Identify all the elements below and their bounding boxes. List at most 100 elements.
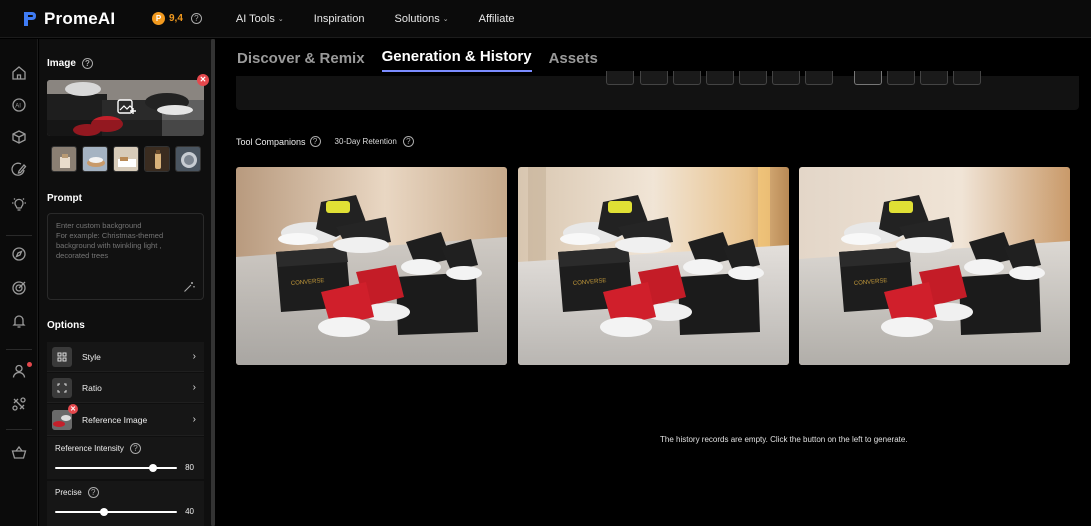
scrollbar-thumb[interactable] <box>211 39 215 526</box>
reference-intensity-slider[interactable] <box>55 464 177 472</box>
toolbar-button[interactable] <box>887 71 915 85</box>
help-icon[interactable]: ? <box>81 58 93 69</box>
rail-divider <box>6 429 32 430</box>
toolbar-button[interactable] <box>706 71 734 85</box>
nav-ai-tools[interactable]: AI Tools ⌄ <box>236 13 284 25</box>
sample-thumbnails <box>51 146 206 172</box>
help-icon[interactable]: ? <box>87 487 99 498</box>
target-icon[interactable] <box>11 280 27 296</box>
reference-intensity-label-row: Reference Intensity ? <box>55 443 204 454</box>
user-icon[interactable] <box>11 363 27 379</box>
result-image[interactable]: CONVERSE <box>236 167 507 365</box>
precise-label-row: Precise ? <box>55 487 204 498</box>
credits-value: 9,4 <box>169 13 183 24</box>
help-icon[interactable]: ? <box>129 443 141 454</box>
tools-icon[interactable] <box>11 396 27 412</box>
result-image[interactable]: CONVERSE <box>799 167 1070 365</box>
toolbar-button[interactable] <box>805 71 833 85</box>
remove-reference-button[interactable]: ✕ <box>68 404 78 414</box>
precise-slider[interactable] <box>55 508 177 516</box>
retention-label: 30-Day Retention <box>334 137 397 146</box>
basket-icon[interactable] <box>11 445 27 461</box>
logo-icon <box>22 10 38 28</box>
option-ratio[interactable]: Ratio › <box>47 373 204 403</box>
chevron-right-icon: › <box>192 382 196 393</box>
sample-thumbnail[interactable] <box>144 146 170 172</box>
help-icon[interactable]: ? <box>402 136 414 147</box>
rail-divider <box>6 349 32 350</box>
options-section-title: Options <box>47 320 85 331</box>
toolbar-button[interactable] <box>640 71 668 85</box>
bell-icon[interactable] <box>11 313 27 329</box>
cube-icon[interactable] <box>11 129 27 145</box>
top-bar: PromeAI P 9,4 ? AI Tools ⌄ Inspiration So… <box>0 0 1091 38</box>
ai-icon[interactable]: AI <box>11 97 27 113</box>
nav-solutions-label: Solutions <box>394 12 440 25</box>
prompt-input[interactable] <box>56 221 195 281</box>
logo-text: PromeAI <box>44 8 116 28</box>
toolbar-button[interactable] <box>606 71 634 85</box>
chevron-right-icon: › <box>192 351 196 362</box>
reference-intensity-control: Reference Intensity ? 80 <box>47 437 204 479</box>
compass-icon[interactable] <box>11 246 27 262</box>
nav-solutions[interactable]: Solutions ⌄ <box>394 13 448 25</box>
generation-panel: Image ? ✕ Prompt Enter custom background… <box>39 39 211 526</box>
content-tabs: Discover & Remix Generation & History As… <box>237 48 615 72</box>
precise-value: 40 <box>185 507 194 516</box>
tab-discover-remix[interactable]: Discover & Remix <box>237 50 365 72</box>
grid-icon <box>52 346 72 367</box>
uploaded-image[interactable] <box>47 80 204 136</box>
chevron-right-icon: › <box>192 414 196 425</box>
toolbar-button[interactable] <box>673 71 701 85</box>
tool-companions-row: Tool Companions ? 30-Day Retention ? <box>236 136 414 147</box>
tool-companions-label: Tool Companions <box>236 136 306 147</box>
empty-history-message: The history records are empty. Click the… <box>660 435 908 444</box>
option-style[interactable]: Style › <box>47 342 204 372</box>
remove-image-button[interactable]: ✕ <box>197 74 209 86</box>
toolbar-button[interactable] <box>854 71 882 85</box>
prompt-title-text: Prompt <box>47 193 82 204</box>
main-nav: AI Tools ⌄ Inspiration Solutions ⌄ Affilia… <box>236 13 545 25</box>
tab-assets[interactable]: Assets <box>549 50 598 72</box>
image-title-text: Image <box>47 58 76 69</box>
nav-ai-tools-label: AI Tools <box>235 12 275 25</box>
precise-control: Precise ? 40 <box>47 481 204 526</box>
credits-display[interactable]: P 9,4 ? <box>152 12 202 25</box>
toolbar-button[interactable] <box>953 71 981 85</box>
slider-handle[interactable] <box>148 464 157 472</box>
retention-note: 30-Day Retention ? <box>335 136 414 147</box>
chevron-down-icon: ⌄ <box>442 15 449 23</box>
reference-intensity-label: Reference Intensity <box>55 444 124 453</box>
toolbar-button[interactable] <box>920 71 948 85</box>
home-icon[interactable] <box>11 65 27 81</box>
toolbar-button[interactable] <box>772 71 800 85</box>
help-icon[interactable]: ? <box>309 136 321 147</box>
edit-icon[interactable] <box>11 161 27 177</box>
nav-inspiration[interactable]: Inspiration <box>314 13 365 25</box>
help-icon[interactable]: ? <box>190 13 202 24</box>
nav-inspiration-label: Inspiration <box>313 12 365 25</box>
chevron-down-icon: ⌄ <box>277 15 284 23</box>
reference-intensity-value: 80 <box>185 463 194 472</box>
option-style-label: Style <box>82 351 101 362</box>
icon-rail: AI <box>0 39 38 526</box>
result-image[interactable]: CONVERSE <box>518 167 789 365</box>
nav-affiliate[interactable]: Affiliate <box>479 13 515 25</box>
option-ratio-label: Ratio <box>82 382 102 393</box>
ratio-icon <box>52 377 72 398</box>
tab-generation-history[interactable]: Generation & History <box>381 48 532 72</box>
sample-thumbnail[interactable] <box>175 146 201 172</box>
slider-handle[interactable] <box>99 508 108 516</box>
toolbar-button[interactable] <box>739 71 767 85</box>
prompt-section-title: Prompt <box>47 193 82 204</box>
option-reference-label: Reference Image <box>82 414 148 425</box>
sample-thumbnail[interactable] <box>113 146 139 172</box>
magic-wand-icon[interactable] <box>183 280 195 292</box>
panel-scrollbar[interactable] <box>211 39 215 526</box>
logo[interactable]: PromeAI <box>22 9 148 29</box>
bulb-icon[interactable] <box>11 196 27 212</box>
image-section-title: Image ? <box>47 58 93 69</box>
sample-thumbnail[interactable] <box>82 146 108 172</box>
notification-dot <box>27 362 32 367</box>
sample-thumbnail[interactable] <box>51 146 77 172</box>
